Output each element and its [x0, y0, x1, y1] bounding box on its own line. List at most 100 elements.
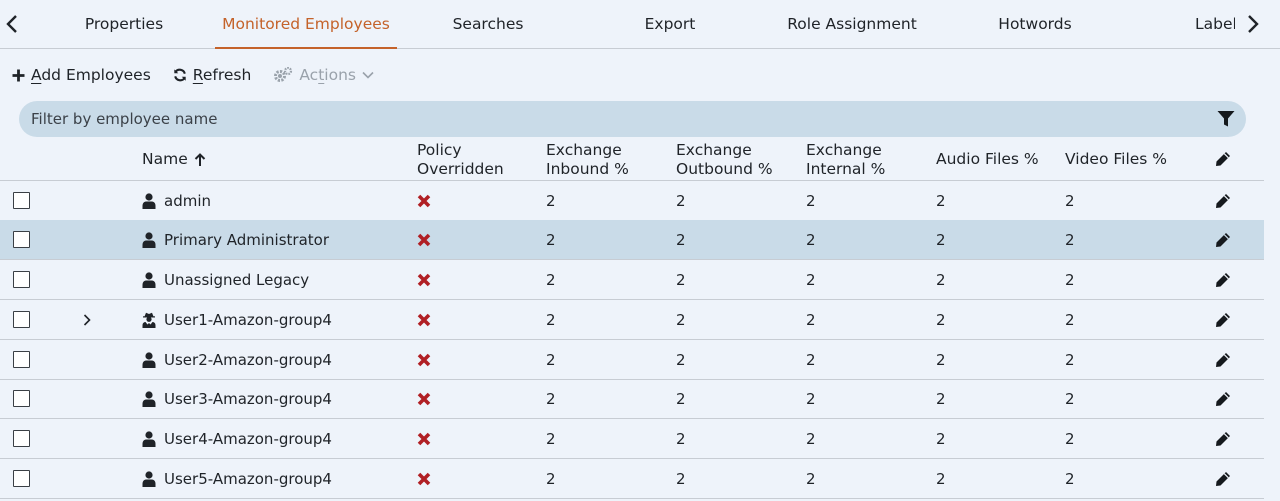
exchange-outbound-value: 2: [676, 389, 686, 408]
column-header-exchange-outbound[interactable]: Exchange Outbound %: [676, 141, 773, 179]
user-icon-cell: [142, 220, 156, 259]
row-select-checkbox[interactable]: [13, 311, 30, 328]
employee-filter-bar: [19, 101, 1246, 137]
column-header-name[interactable]: Name: [142, 150, 206, 169]
exchange-inbound-value: 2: [546, 469, 556, 488]
user-icon-cell: [142, 419, 156, 458]
close-x-icon: [417, 432, 431, 446]
audio-files-value: 2: [936, 270, 946, 289]
tab-hotwords[interactable]: Hotwords: [944, 0, 1126, 48]
table-row[interactable]: Unassigned Legacy 2 2 2 2 2: [0, 260, 1264, 300]
table-row[interactable]: User5-Amazon-group4 2 2 2 2 2: [0, 459, 1264, 499]
edit-icon[interactable]: [1214, 311, 1232, 329]
edit-icon[interactable]: [1214, 351, 1232, 369]
tabs-scroll-left-button[interactable]: [0, 12, 24, 36]
user-secret-icon-cell: [142, 300, 156, 339]
refresh-button[interactable]: Refresh: [173, 66, 252, 84]
plus-icon: [12, 69, 25, 81]
edit-column-icon: [1216, 152, 1230, 166]
row-select-checkbox[interactable]: [13, 470, 30, 487]
close-x-icon: [417, 313, 431, 327]
audio-files-value: 2: [936, 389, 946, 408]
user-icon-cell: [142, 379, 156, 418]
exchange-internal-value: 2: [806, 270, 816, 289]
exchange-internal-value: 2: [806, 469, 816, 488]
table-row[interactable]: Primary Administrator 2 2 2 2 2: [0, 220, 1264, 260]
expand-row-icon[interactable]: [80, 312, 94, 328]
row-select-checkbox[interactable]: [13, 271, 30, 288]
table-row[interactable]: User4-Amazon-group4 2 2 2 2 2: [0, 419, 1264, 459]
table-row[interactable]: User1-Amazon-group4 2 2 2 2 2: [0, 300, 1264, 340]
user-icon: [142, 470, 156, 487]
exchange-outbound-value: 2: [676, 191, 686, 210]
exchange-internal-value: 2: [806, 230, 816, 249]
toolbar: Add Employees Refresh Actions: [12, 62, 396, 88]
exchange-inbound-value: 2: [546, 350, 556, 369]
user-icon-cell: [142, 340, 156, 379]
chevron-down-icon: [362, 71, 374, 79]
tab-role-assignment[interactable]: Role Assignment: [761, 0, 943, 48]
edit-icon[interactable]: [1214, 192, 1232, 210]
edit-icon[interactable]: [1214, 271, 1232, 289]
audio-files-value: 2: [936, 310, 946, 329]
column-header-policy-overridden[interactable]: Policy Overridden: [417, 141, 504, 179]
tabs-viewport: Properties Monitored Employees Searches …: [33, 0, 1235, 49]
add-employees-label: Add Employees: [31, 66, 151, 84]
tab-properties[interactable]: Properties: [33, 0, 215, 48]
video-files-value: 2: [1065, 270, 1075, 289]
exchange-outbound-value: 2: [676, 350, 686, 369]
user-icon-cell: [142, 260, 156, 299]
tabs-scroll-right-button[interactable]: [1241, 12, 1265, 36]
user-icon: [142, 231, 156, 248]
table-row[interactable]: admin 2 2 2 2 2: [0, 181, 1264, 221]
tab-searches[interactable]: Searches: [397, 0, 579, 48]
close-x-icon: [417, 392, 431, 406]
column-header-exchange-internal[interactable]: Exchange Internal %: [806, 141, 885, 179]
filter-icon[interactable]: [1217, 110, 1235, 128]
row-select-checkbox[interactable]: [13, 351, 30, 368]
chevron-right-icon: [1248, 15, 1259, 33]
tab-monitored-employees[interactable]: Monitored Employees: [215, 0, 397, 49]
sort-ascending-icon: [194, 152, 205, 166]
employee-name: User2-Amazon-group4: [164, 350, 332, 369]
employee-name: User5-Amazon-group4: [164, 469, 332, 488]
row-select-checkbox[interactable]: [13, 231, 30, 248]
exchange-internal-value: 2: [806, 429, 816, 448]
employee-name-filter-input[interactable]: [31, 101, 1191, 137]
tab-export[interactable]: Export: [579, 0, 761, 48]
employee-name: Unassigned Legacy: [164, 270, 310, 289]
exchange-inbound-value: 2: [546, 310, 556, 329]
user-icon-cell: [142, 459, 156, 498]
edit-icon[interactable]: [1214, 390, 1232, 408]
edit-icon[interactable]: [1214, 231, 1232, 249]
exchange-outbound-value: 2: [676, 270, 686, 289]
table-row[interactable]: User3-Amazon-group4 2 2 2 2 2: [0, 379, 1264, 419]
tab-labels[interactable]: Labels: [1126, 0, 1235, 48]
user-icon-cell: [142, 181, 156, 220]
edit-icon[interactable]: [1214, 430, 1232, 448]
actions-dropdown[interactable]: Actions: [273, 66, 374, 84]
chevron-left-icon: [6, 15, 17, 33]
exchange-internal-value: 2: [806, 191, 816, 210]
column-header-exchange-inbound[interactable]: Exchange Inbound %: [546, 141, 629, 179]
exchange-internal-value: 2: [806, 389, 816, 408]
exchange-inbound-value: 2: [546, 389, 556, 408]
column-header-audio-files[interactable]: Audio Files %: [936, 150, 1039, 169]
refresh-icon: [173, 68, 186, 82]
employee-name: Primary Administrator: [164, 230, 329, 249]
row-select-checkbox[interactable]: [13, 192, 30, 209]
row-select-checkbox[interactable]: [13, 430, 30, 447]
tab-bar: Properties Monitored Employees Searches …: [0, 0, 1280, 49]
column-header-video-files[interactable]: Video Files %: [1065, 150, 1167, 169]
table-header: Name Policy Overridden Exchange Inbound …: [0, 140, 1264, 181]
edit-icon[interactable]: [1214, 470, 1232, 488]
exchange-outbound-value: 2: [676, 230, 686, 249]
row-select-checkbox[interactable]: [13, 390, 30, 407]
add-employees-button[interactable]: Add Employees: [12, 66, 151, 84]
video-files-value: 2: [1065, 389, 1075, 408]
table-row[interactable]: User2-Amazon-group4 2 2 2 2 2: [0, 340, 1264, 380]
video-files-value: 2: [1065, 310, 1075, 329]
video-files-value: 2: [1065, 429, 1075, 448]
refresh-label: Refresh: [192, 66, 252, 84]
exchange-internal-value: 2: [806, 310, 816, 329]
